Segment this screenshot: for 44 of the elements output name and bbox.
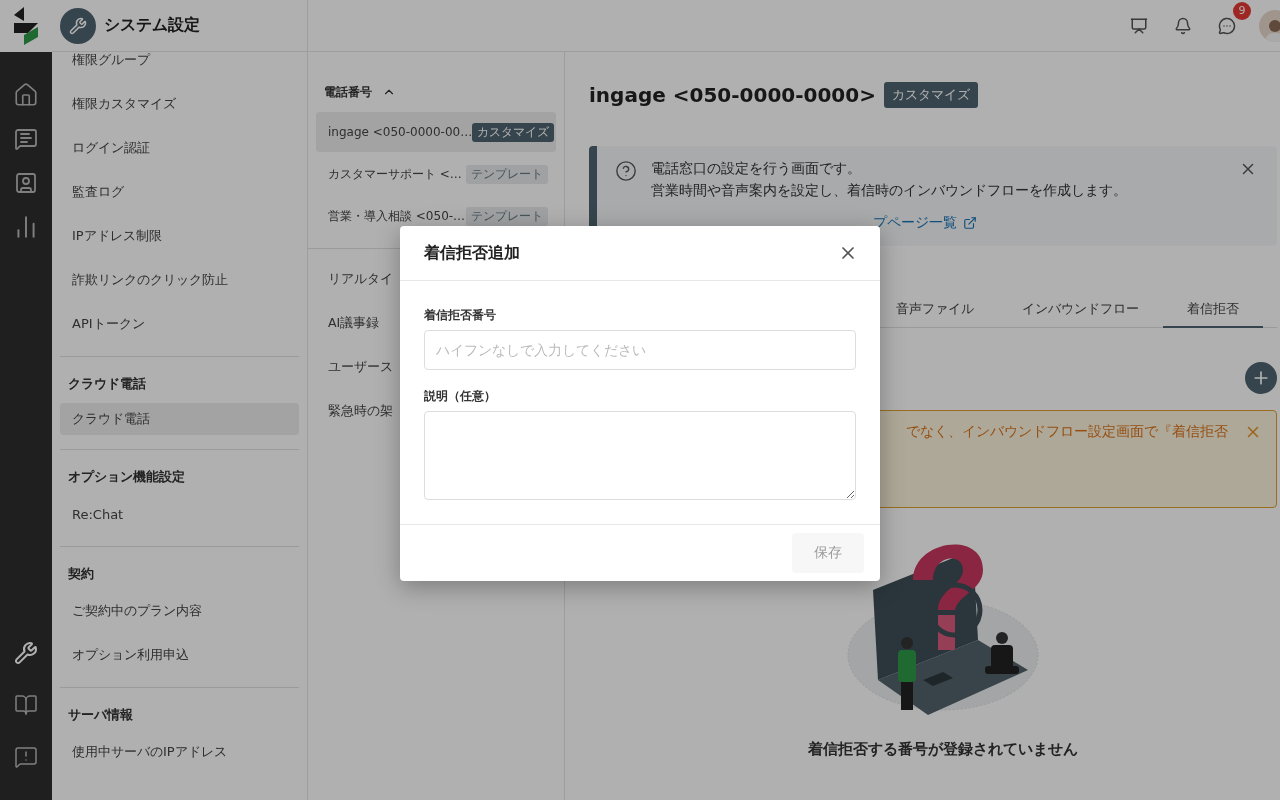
- field-label: 着信拒否番号: [424, 307, 497, 324]
- sidebar-item[interactable]: 権限カスタマイズ: [60, 82, 299, 126]
- sidebar-item[interactable]: 使用中サーバのIPアドレス: [60, 730, 299, 774]
- logo-icon: [14, 7, 38, 45]
- notification-count: 9: [1233, 1, 1251, 20]
- section-heading: サーバ情報: [67, 706, 134, 724]
- phone-number-item[interactable]: ingage <050-0000-00… カスタマイズ: [316, 112, 556, 152]
- section-heading: オプション機能設定: [67, 468, 186, 486]
- empty-message: 着信拒否する番号が登録されていません: [808, 740, 1078, 759]
- info-text: 電話窓口の設定を行う画面です。: [651, 160, 862, 178]
- sidebar-item[interactable]: 権限グループ: [60, 52, 299, 82]
- info-text: 営業時間や音声案内を設定し、着信時のインバウンドフローを作成します。: [651, 182, 1128, 200]
- tag: テンプレート: [466, 164, 548, 184]
- section-heading: 契約: [67, 565, 95, 583]
- warning-text: でなく、インバウンドフロー設定画面で『着信拒否: [906, 423, 1228, 441]
- phone-number-name: 営業・導入相談 <050-…: [328, 207, 466, 225]
- sidebar-item[interactable]: ログイン認証: [60, 126, 299, 170]
- tag: カスタマイズ: [472, 122, 555, 142]
- sidebar-item[interactable]: 詐欺リンクのクリック防止: [60, 258, 299, 302]
- dialog-title: 着信拒否追加: [424, 242, 520, 264]
- tag: テンプレート: [466, 206, 548, 226]
- phone-number-name: ingage <050-0000-00…: [328, 125, 473, 139]
- phone-number-item[interactable]: 営業・導入相談 <050-… テンプレート: [316, 196, 556, 236]
- page-title: システム設定: [104, 15, 200, 36]
- external-link-icon: [963, 216, 977, 230]
- input-field[interactable]: ハイフンなしで入力してください: [424, 330, 856, 370]
- sidebar-item[interactable]: オプション利用申込: [60, 633, 299, 677]
- tab[interactable]: インバウンドフロー: [998, 292, 1163, 328]
- sidebar-item[interactable]: クラウド電話: [60, 403, 299, 435]
- add-button[interactable]: [1245, 362, 1277, 394]
- section-heading: クラウド電話: [67, 375, 147, 393]
- sidebar-item[interactable]: 監査ログ: [60, 170, 299, 214]
- field-label: 説明（任意）: [424, 388, 497, 405]
- sidebar-item[interactable]: ご契約中のプラン内容: [60, 589, 299, 633]
- phone-number-name: カスタマーサポート <…: [328, 165, 462, 183]
- tab[interactable]: 着信拒否: [1163, 292, 1263, 328]
- tag: カスタマイズ: [883, 82, 978, 108]
- wrench-icon: [60, 7, 96, 44]
- phone-number-item[interactable]: カスタマーサポート <… テンプレート: [316, 154, 556, 194]
- sidebar-item[interactable]: IPアドレス制限: [60, 214, 299, 258]
- sidebar-item[interactable]: Re:Chat: [60, 492, 299, 536]
- phone-title: ingage <050-0000-0000>: [589, 83, 876, 107]
- sidebar-item[interactable]: APIトークン: [60, 302, 299, 346]
- section-heading: 電話番号: [324, 83, 372, 101]
